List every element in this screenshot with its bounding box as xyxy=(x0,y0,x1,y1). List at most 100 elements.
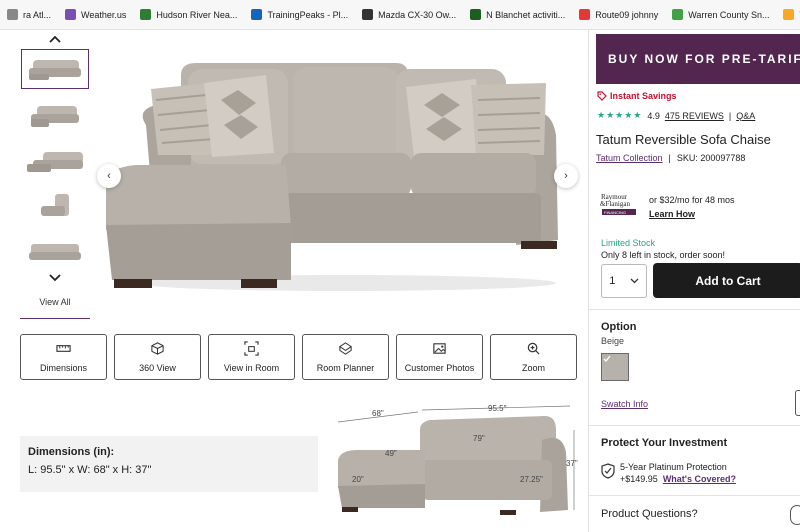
view-in-room-button[interactable]: View in Room xyxy=(208,334,295,380)
bookmark-label: Mazda CX-30 Ow... xyxy=(378,9,457,20)
svg-text:FINANCING: FINANCING xyxy=(604,210,626,215)
bookmark-item[interactable]: Hudson River Nea... xyxy=(133,0,244,29)
thumbnail-4[interactable] xyxy=(21,186,89,226)
next-image-button[interactable]: › xyxy=(554,164,578,188)
financing-text: or $32/mo for 48 mos xyxy=(649,195,735,205)
cube-360-icon xyxy=(151,342,164,355)
plan-price: +$149.95 xyxy=(620,474,658,484)
zoom-icon xyxy=(527,342,540,355)
ar-view-icon xyxy=(244,341,259,356)
financing-info: or $32/mo for 48 mos Learn How xyxy=(649,193,735,221)
financing-logo: Raymour &Flanigan FINANCING xyxy=(600,193,636,215)
prev-image-button[interactable]: ‹ xyxy=(97,164,121,188)
customer-photos-button[interactable]: Customer Photos xyxy=(396,334,483,380)
diagram-side: 27.25" xyxy=(520,475,543,484)
bookmark-label: Hudson River Nea... xyxy=(156,9,238,20)
chevron-left-icon: ‹ xyxy=(107,170,111,182)
ask-question-button[interactable] xyxy=(790,505,800,525)
360-view-button[interactable]: 360 View xyxy=(114,334,201,380)
divider-line xyxy=(589,495,800,496)
thumbnail-3[interactable] xyxy=(21,140,89,180)
check-icon xyxy=(603,355,611,362)
stock-info: Limited Stock Only 8 left in stock, orde… xyxy=(601,237,725,261)
qa-link[interactable]: Q&A xyxy=(736,111,755,121)
dimensions-value: L: 95.5" x W: 68" x H: 37" xyxy=(28,464,152,476)
protection-plan[interactable]: 5-Year Platinum Protection +$149.95 What… xyxy=(620,461,736,485)
plan-name: 5-Year Platinum Protection xyxy=(620,462,727,472)
collection-separator: | xyxy=(668,153,671,163)
instant-savings[interactable]: Instant Savings xyxy=(597,91,677,101)
bookmark-item[interactable]: Ticks in Warren C... xyxy=(776,0,800,29)
bookmark-item[interactable]: TrainingPeaks - Pl... xyxy=(244,0,355,29)
learn-how-link[interactable]: Learn How xyxy=(649,207,735,221)
order-swatch-button[interactable] xyxy=(795,390,800,416)
divider-line xyxy=(589,309,800,310)
star-rating-icon: ★★★★★ xyxy=(597,110,643,120)
thumbnail-5[interactable] xyxy=(21,232,89,272)
bookmark-item[interactable]: Route09 johnny xyxy=(572,0,665,29)
site-icon xyxy=(140,9,152,20)
rating-row: ★★★★★ 4.9 475 REVIEWS | Q&A xyxy=(597,110,755,121)
collection-link[interactable]: Tatum Collection xyxy=(596,153,663,163)
swatch-info-link[interactable]: Swatch Info xyxy=(601,399,648,409)
bookmark-label: ra Atl... xyxy=(23,9,52,20)
mazda-icon xyxy=(362,9,374,20)
weather-icon xyxy=(65,9,77,20)
room-planner-button[interactable]: Room Planner xyxy=(302,334,389,380)
media-actions: Dimensions 360 View View in Room Room Pl… xyxy=(20,334,577,380)
bookmark-label: Weather.us xyxy=(81,9,127,20)
diagram-length: 95.5" xyxy=(488,404,507,413)
bookmarks-bar: ra Atl... Weather.us Hudson River Nea... Tr… xyxy=(0,0,800,30)
bookmark-label: TrainingPeaks - Pl... xyxy=(267,9,349,20)
rating-value: 4.9 xyxy=(647,110,660,121)
divider-line xyxy=(589,425,800,426)
bookmark-item[interactable]: N Blanchet activiti... xyxy=(463,0,572,29)
instant-savings-label: Instant Savings xyxy=(610,91,677,101)
reviews-link[interactable]: 475 REVIEWS xyxy=(665,111,724,121)
chevron-down-icon[interactable] xyxy=(48,271,62,285)
youtube-icon xyxy=(579,9,591,20)
dimensions-title: Dimensions (in): xyxy=(28,446,115,458)
whats-covered-link[interactable]: What's Covered? xyxy=(663,474,736,484)
bookmark-item[interactable]: ra Atl... xyxy=(0,0,58,29)
bookmark-item[interactable]: Weather.us xyxy=(58,0,133,29)
dimensions-label: Dimensions xyxy=(39,363,88,373)
thumbnail-2[interactable] xyxy=(21,95,89,135)
diagram-height: 37" xyxy=(566,459,578,468)
diagram-depth: 79" xyxy=(473,434,485,443)
view-in-room-label: View in Room xyxy=(223,363,280,373)
product-questions: Product Questions? xyxy=(601,508,698,520)
zoom-button[interactable]: Zoom xyxy=(490,334,577,380)
room-planner-icon xyxy=(338,342,353,355)
shield-check-icon xyxy=(601,463,615,479)
zoom-label: Zoom xyxy=(521,363,545,373)
pillow-4 xyxy=(471,83,546,155)
protect-title: Protect Your Investment xyxy=(601,437,728,449)
chevron-right-icon: › xyxy=(564,170,568,182)
add-to-cart-button[interactable]: Add to Cart xyxy=(653,263,800,298)
product-image xyxy=(106,63,558,291)
promo-banner[interactable]: BUY NOW FOR PRE-TARIFF xyxy=(596,34,800,84)
product-title: Tatum Reversible Sofa Chaise xyxy=(596,132,771,147)
bookmark-label: N Blanchet activiti... xyxy=(486,9,566,20)
photo-icon xyxy=(433,343,446,354)
ruler-icon xyxy=(56,345,71,352)
beige-swatch[interactable] xyxy=(601,353,629,381)
bookmark-label: Warren County Sn... xyxy=(688,9,770,20)
dimensions-button[interactable]: Dimensions xyxy=(20,334,107,380)
bookmark-label: Route09 johnny xyxy=(595,9,659,20)
site-icon xyxy=(672,9,684,20)
quantity-value: 1 xyxy=(609,275,616,287)
360-view-label: 360 View xyxy=(139,363,176,373)
bookmark-item[interactable]: Mazda CX-30 Ow... xyxy=(355,0,463,29)
chevron-up-icon[interactable] xyxy=(48,32,62,46)
rating-separator: | xyxy=(728,110,732,121)
option-title: Option xyxy=(601,321,637,333)
quantity-select[interactable]: 1 xyxy=(601,264,647,298)
collection-row: Tatum Collection | SKU: 200097788 xyxy=(596,153,745,163)
thumbnail-1[interactable] xyxy=(21,49,89,89)
dimension-diagram: 68" 95.5" 79" 49" 20" 27.25" 37" xyxy=(337,404,578,515)
bookmark-item[interactable]: Warren County Sn... xyxy=(665,0,776,29)
site-icon xyxy=(7,9,18,20)
view-all-link[interactable]: View All xyxy=(20,297,90,307)
